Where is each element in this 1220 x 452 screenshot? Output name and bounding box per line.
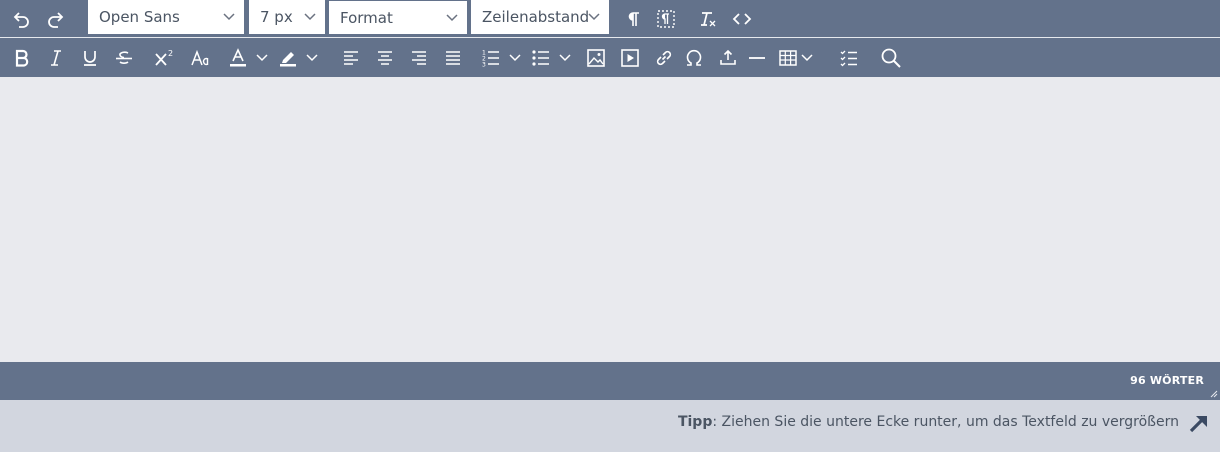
italic-icon — [51, 50, 61, 66]
link-icon — [656, 50, 672, 66]
clear-format-icon — [701, 12, 716, 27]
checklist-icon — [840, 50, 857, 67]
chevron-down-icon — [509, 54, 521, 62]
superscript-button[interactable]: 2 — [152, 43, 178, 73]
svg-text:2: 2 — [168, 49, 173, 58]
toolbar-top: Open Sans 7 px Format Zeilenabstand — [0, 0, 1220, 38]
chevron-down-icon — [446, 14, 458, 22]
chevron-down-icon — [559, 54, 571, 62]
font-size-select[interactable]: 7 px — [249, 0, 325, 34]
checklist-button[interactable] — [837, 43, 861, 73]
format-value: Format — [340, 8, 393, 27]
search-button[interactable] — [878, 43, 904, 73]
align-justify-icon — [446, 51, 460, 65]
insert-video-button[interactable] — [618, 43, 642, 73]
upload-icon — [720, 49, 736, 65]
insert-image-button[interactable] — [584, 43, 608, 73]
ordered-list-dropdown[interactable] — [507, 43, 523, 73]
text-color-button[interactable] — [226, 43, 250, 73]
chevron-down-icon — [801, 54, 813, 62]
highlight-button[interactable] — [276, 43, 300, 73]
chevron-down-icon — [304, 13, 316, 21]
bold-icon — [15, 49, 29, 67]
redo-button[interactable] — [43, 4, 69, 34]
upload-button[interactable] — [716, 43, 740, 73]
align-right-icon — [412, 51, 426, 65]
ordered-list-button[interactable]: 123 — [479, 43, 503, 73]
align-left-icon — [344, 51, 358, 65]
chevron-down-icon — [223, 13, 235, 21]
ordered-list-icon: 123 — [482, 50, 499, 68]
arrow-up-right-icon — [1189, 416, 1207, 433]
text-color-dropdown[interactable] — [254, 43, 270, 73]
resize-tip: Tipp: Ziehen Sie die untere Ecke runter,… — [678, 414, 1179, 430]
font-family-value: Open Sans — [99, 8, 180, 26]
tip-bar: Tipp: Ziehen Sie die untere Ecke runter,… — [0, 400, 1220, 452]
word-count: 96 WÖRTER — [1130, 374, 1204, 387]
undo-icon — [13, 12, 29, 28]
text-color-icon — [230, 48, 246, 67]
chevron-down-icon — [306, 54, 318, 62]
horizontal-line-icon — [749, 57, 765, 59]
insert-link-button[interactable] — [652, 43, 676, 73]
undo-button[interactable] — [8, 4, 34, 34]
source-code-button[interactable] — [729, 4, 755, 34]
chevron-down-icon — [256, 54, 268, 62]
font-size-value: 7 px — [260, 8, 293, 26]
show-blocks-icon — [657, 10, 675, 28]
line-height-value: Zeilenabstand — [482, 8, 590, 26]
show-blocks-button[interactable] — [654, 4, 678, 34]
highlight-dropdown[interactable] — [304, 43, 320, 73]
underline-button[interactable] — [78, 43, 102, 73]
bold-button[interactable] — [10, 43, 34, 73]
align-left-button[interactable] — [339, 43, 363, 73]
horizontal-line-button[interactable] — [746, 43, 768, 73]
image-icon — [587, 49, 605, 67]
tip-text: : Ziehen Sie die untere Ecke runter, um … — [712, 414, 1179, 430]
search-icon — [881, 48, 901, 68]
video-icon — [621, 49, 639, 67]
chevron-down-icon — [588, 13, 600, 21]
font-case-button[interactable] — [188, 43, 214, 73]
font-family-select[interactable]: Open Sans — [88, 0, 244, 34]
align-right-button[interactable] — [407, 43, 431, 73]
rich-text-editor: Open Sans 7 px Format Zeilenabstand 2 1 … — [0, 0, 1220, 400]
underline-icon — [84, 51, 96, 66]
toolbar-bottom: 2 123 — [0, 38, 1220, 77]
status-bar: 96 WÖRTER — [0, 362, 1220, 400]
unordered-list-dropdown[interactable] — [557, 43, 573, 73]
insert-table-button[interactable] — [776, 43, 800, 73]
italic-button[interactable] — [44, 43, 68, 73]
strikethrough-button[interactable] — [112, 43, 136, 73]
redo-icon — [48, 12, 64, 28]
line-height-select[interactable]: Zeilenabstand — [471, 0, 609, 34]
unordered-list-button[interactable] — [529, 43, 553, 73]
table-icon — [779, 50, 797, 66]
resize-handle-icon[interactable] — [1208, 388, 1218, 398]
strikethrough-icon — [116, 51, 132, 64]
special-char-button[interactable] — [682, 43, 706, 73]
highlight-icon — [280, 52, 296, 67]
paragraph-icon — [628, 12, 639, 26]
align-justify-button[interactable] — [441, 43, 465, 73]
svg-text:3: 3 — [482, 62, 486, 68]
format-select[interactable]: Format — [329, 1, 467, 34]
paragraph-button[interactable] — [622, 4, 646, 34]
omega-icon — [686, 50, 702, 66]
unordered-list-icon — [532, 50, 549, 66]
superscript-icon: 2 — [155, 49, 173, 66]
font-case-icon — [191, 49, 209, 66]
clear-format-button[interactable] — [696, 4, 720, 34]
align-center-icon — [378, 51, 392, 65]
editor-content-area[interactable] — [0, 77, 1220, 362]
tip-label: Tipp — [677, 414, 713, 430]
code-icon — [732, 13, 752, 25]
insert-table-dropdown[interactable] — [799, 43, 815, 73]
align-center-button[interactable] — [373, 43, 397, 73]
